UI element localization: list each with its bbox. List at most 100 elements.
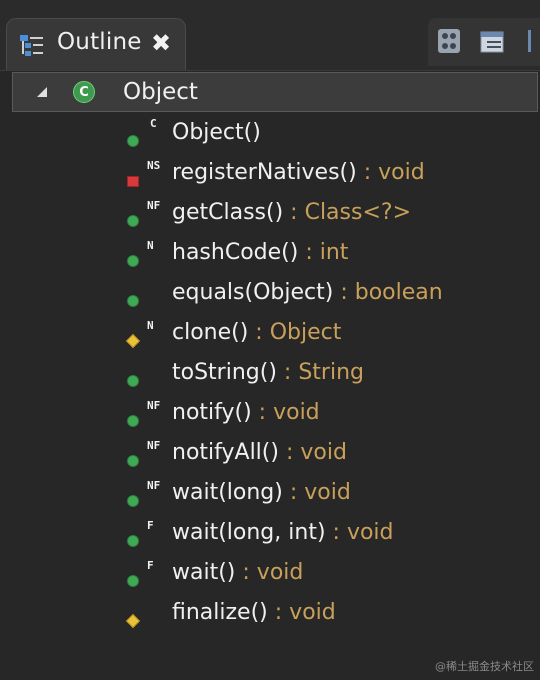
return-type: boolean bbox=[354, 280, 443, 305]
return-type: void bbox=[378, 160, 425, 185]
member-row[interactable]: NF wait(long) : void bbox=[0, 472, 540, 512]
return-type: void bbox=[304, 480, 351, 505]
return-type: void bbox=[346, 520, 394, 545]
return-type: void bbox=[300, 440, 347, 465]
watermark: @稀土掘金技术社区 bbox=[435, 660, 534, 673]
method-signature: clone() : Object bbox=[172, 320, 341, 345]
method-name: equals(Object) bbox=[172, 280, 334, 305]
public-method-icon bbox=[127, 375, 139, 387]
method-signature: wait(long) : void bbox=[172, 480, 351, 505]
type-separator: : bbox=[278, 440, 301, 465]
member-row[interactable]: NF notifyAll() : void bbox=[0, 432, 540, 472]
member-row[interactable]: C Object() bbox=[0, 112, 540, 152]
type-separator: : bbox=[333, 280, 355, 305]
member-row[interactable]: Nclone() : Object bbox=[0, 312, 540, 352]
method-name: registerNatives() bbox=[172, 160, 357, 185]
method-signature: Object() bbox=[172, 120, 261, 145]
view-title-bar: Outline ✖ bbox=[0, 0, 540, 71]
return-type: void bbox=[289, 600, 336, 625]
protected-method-icon bbox=[125, 333, 141, 349]
member-row[interactable]: NF getClass() : Class<?> bbox=[0, 192, 540, 232]
modifier-decorator-icon: N bbox=[147, 239, 154, 252]
method-signature: finalize() : void bbox=[172, 600, 336, 625]
method-signature: notify() : void bbox=[172, 400, 320, 425]
method-signature: notifyAll() : void bbox=[172, 440, 347, 465]
tree-root-object[interactable]: C Object bbox=[12, 72, 538, 112]
member-row[interactable]: finalize() : void bbox=[0, 592, 540, 632]
modifier-decorator-icon: F bbox=[147, 519, 154, 532]
more-icon[interactable] bbox=[526, 26, 534, 56]
type-separator: : bbox=[282, 480, 305, 505]
public-method-icon bbox=[127, 535, 139, 547]
method-name: notify() bbox=[172, 400, 252, 425]
public-method-icon bbox=[127, 495, 139, 507]
type-separator: : bbox=[283, 200, 305, 225]
method-signature: toString() : String bbox=[172, 360, 364, 385]
modifier-decorator-icon: NF bbox=[147, 439, 161, 452]
public-method-icon bbox=[127, 135, 139, 147]
method-name: wait(long, int) bbox=[172, 520, 326, 545]
method-signature: wait(long, int) : void bbox=[172, 520, 394, 545]
method-name: wait(long) bbox=[172, 480, 283, 505]
type-separator: : bbox=[251, 400, 274, 425]
member-row[interactable]: NhashCode() : int bbox=[0, 232, 540, 272]
method-name: toString() bbox=[172, 360, 277, 385]
method-signature: equals(Object) : boolean bbox=[172, 280, 443, 305]
return-type: int bbox=[319, 240, 349, 265]
modifier-decorator-icon: NS bbox=[147, 159, 161, 172]
return-type: void bbox=[256, 560, 304, 585]
collapse-all-icon[interactable] bbox=[478, 26, 508, 56]
hierarchy-icon[interactable] bbox=[434, 26, 464, 56]
type-separator: : bbox=[356, 160, 379, 185]
private-method-icon bbox=[127, 176, 139, 187]
method-signature: wait() : void bbox=[172, 560, 303, 585]
method-signature: hashCode() : int bbox=[172, 240, 348, 265]
type-separator: : bbox=[298, 240, 320, 265]
modifier-decorator-icon: NF bbox=[147, 399, 161, 412]
public-method-icon bbox=[127, 575, 139, 587]
member-row[interactable]: equals(Object) : boolean bbox=[0, 272, 540, 312]
public-method-icon bbox=[127, 255, 139, 267]
return-type: void bbox=[273, 400, 320, 425]
modifier-decorator-icon: F bbox=[147, 559, 154, 572]
method-name: hashCode() bbox=[172, 240, 299, 265]
public-method-icon bbox=[127, 215, 139, 227]
member-row[interactable]: Fwait() : void bbox=[0, 552, 540, 592]
member-row[interactable]: Fwait(long, int) : void bbox=[0, 512, 540, 552]
member-row[interactable]: NS registerNatives() : void bbox=[0, 152, 540, 192]
outline-tree: C Object C Object() NS registerNatives() : … bbox=[0, 70, 540, 680]
close-icon[interactable]: ✖ bbox=[151, 29, 171, 57]
method-name: Object() bbox=[172, 120, 261, 145]
member-row[interactable]: toString() : String bbox=[0, 352, 540, 392]
modifier-decorator-icon: N bbox=[147, 319, 154, 332]
view-toolbar bbox=[428, 18, 540, 66]
type-separator: : bbox=[276, 360, 299, 385]
tab-title: Outline bbox=[57, 29, 142, 55]
method-signature: getClass() : Class<?> bbox=[172, 200, 411, 225]
return-type: Object bbox=[269, 320, 342, 345]
type-separator: : bbox=[325, 520, 347, 545]
public-method-icon bbox=[127, 295, 139, 307]
modifier-decorator-icon: NF bbox=[147, 479, 161, 492]
public-method-icon bbox=[127, 415, 139, 427]
class-icon: C bbox=[73, 81, 95, 103]
type-separator: : bbox=[248, 320, 270, 345]
type-separator: : bbox=[267, 600, 290, 625]
return-type: String bbox=[298, 360, 364, 385]
type-separator: : bbox=[235, 560, 257, 585]
member-row[interactable]: NF notify() : void bbox=[0, 392, 540, 432]
method-name: notifyAll() bbox=[172, 440, 279, 465]
protected-method-icon bbox=[125, 613, 141, 629]
method-name: getClass() bbox=[172, 200, 284, 225]
expand-arrow-icon[interactable] bbox=[33, 83, 51, 101]
method-name: finalize() bbox=[172, 600, 268, 625]
public-method-icon bbox=[127, 455, 139, 467]
return-type: Class<?> bbox=[304, 200, 412, 225]
modifier-decorator-icon: C bbox=[150, 117, 157, 130]
outline-icon bbox=[20, 35, 43, 56]
method-name: wait() bbox=[172, 560, 236, 585]
class-badge: C bbox=[79, 84, 89, 100]
outline-tab[interactable]: Outline ✖ bbox=[6, 18, 186, 70]
method-name: clone() bbox=[172, 320, 249, 345]
root-label: Object bbox=[123, 79, 198, 105]
